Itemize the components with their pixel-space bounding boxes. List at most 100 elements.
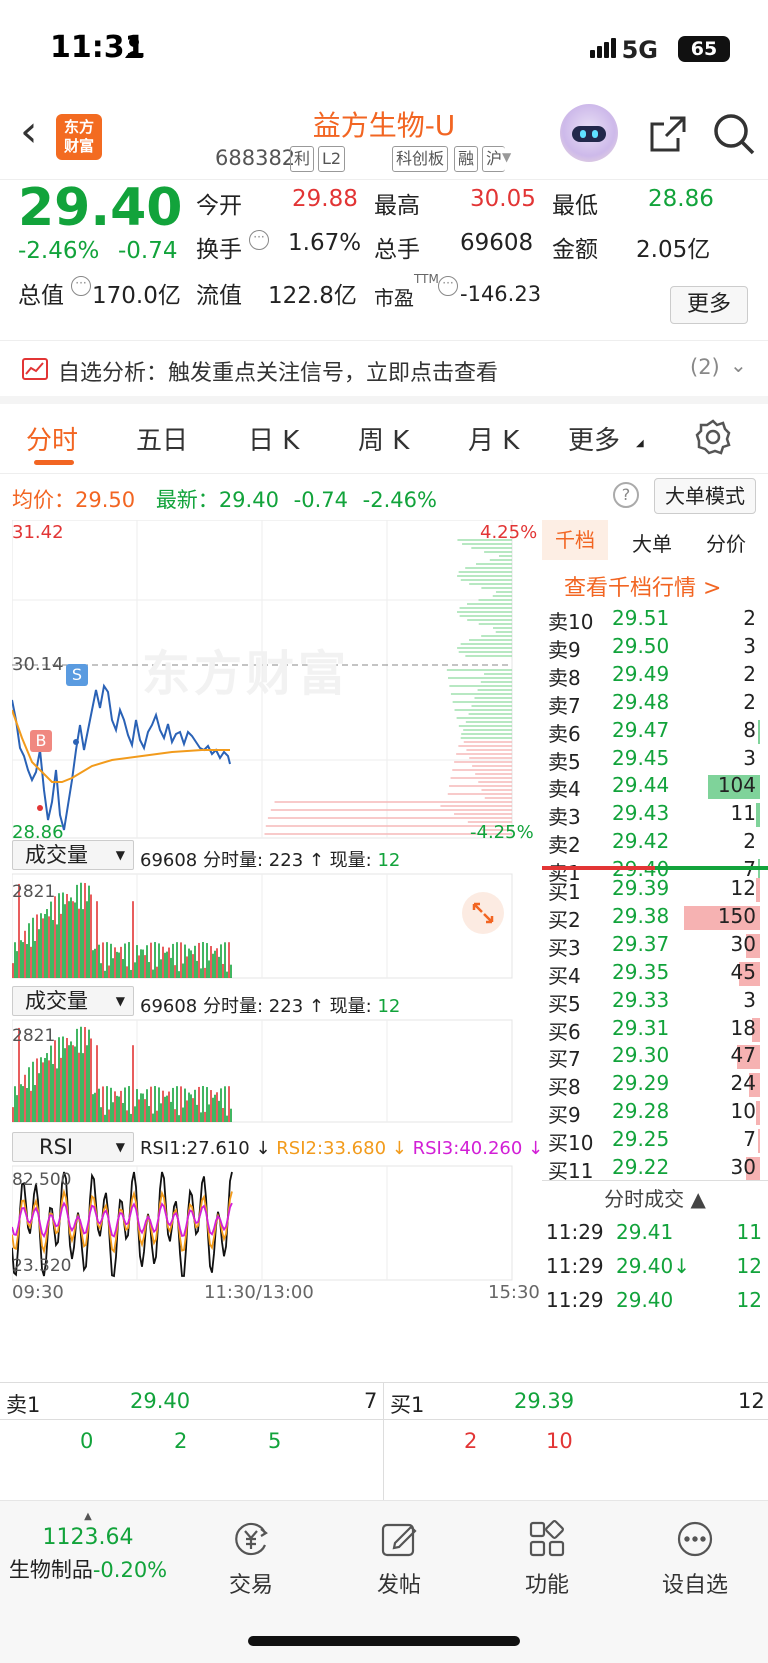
level-volume: 3	[743, 633, 756, 658]
bid-row[interactable]: 买5 29.33 3	[542, 988, 768, 1018]
help-icon[interactable]: ?	[613, 482, 639, 508]
bid-row[interactable]: 买4 29.35 45	[542, 960, 768, 990]
level-label: 买8	[548, 1075, 581, 1100]
buy-marker[interactable]: B	[30, 730, 52, 752]
sell-marker[interactable]: S	[66, 664, 88, 686]
level-volume: 45	[730, 959, 756, 984]
expand-icon[interactable]	[462, 892, 504, 934]
bid-row[interactable]: 买2 29.38 150	[542, 904, 768, 934]
ask-row[interactable]: 卖2 29.42 2	[542, 829, 768, 859]
bid-row[interactable]: 买7 29.30 47	[542, 1043, 768, 1073]
level-volume: 2	[743, 606, 756, 630]
mcap-label: 总值	[18, 283, 64, 309]
level-label: 卖10	[548, 610, 594, 634]
sector-index[interactable]: ▲ 1123.64 生物制品-0.20%	[0, 1511, 176, 1584]
tab-intraday[interactable]: 分时	[26, 420, 78, 457]
functions-button[interactable]: 功能	[472, 1511, 622, 1599]
sector-index-value: 1123.64	[42, 1525, 134, 1550]
tab-big-orders[interactable]: 大单	[632, 528, 672, 557]
tag-l2[interactable]: L2	[318, 146, 346, 172]
trade-price: 29.40↓	[616, 1254, 691, 1278]
ask-row[interactable]: 卖8 29.49 2	[542, 662, 768, 692]
level-volume: 11	[730, 801, 756, 826]
trades-title[interactable]: 分时成交 ▲	[542, 1180, 768, 1216]
level-label: 卖3	[548, 805, 581, 830]
level-label: 买3	[548, 935, 581, 960]
trade-row: 11:29 29.40 12	[542, 1288, 768, 1322]
ask-row[interactable]: 卖7 29.48 2	[542, 690, 768, 720]
depth-link[interactable]: 查看千档行情 >	[564, 570, 721, 602]
intraday-chart-area[interactable]: 31.42 30.14 28.86 4.25% -4.25% 东方财富 B S …	[12, 520, 543, 1382]
level-price: 29.33	[612, 987, 670, 1012]
ask-row[interactable]: 卖5 29.45 3	[542, 746, 768, 776]
level-label: 卖2	[548, 833, 581, 858]
sell1-label: 卖1	[6, 1393, 41, 1417]
alert-banner[interactable]: 自选分析：触发重点关注信号，立即点击查看 (2) ⌄	[0, 340, 768, 404]
search-icon[interactable]	[712, 112, 756, 156]
level-price: 29.48	[612, 689, 670, 714]
share-icon[interactable]	[648, 114, 688, 154]
trade-button[interactable]: 交易	[176, 1511, 326, 1599]
bid-row[interactable]: 买1 29.39 12	[542, 876, 768, 906]
tab-weekly-k[interactable]: 周 K	[358, 420, 409, 457]
high-value: 30.05	[470, 186, 536, 212]
big-order-mode-button[interactable]: 大单模式	[654, 478, 756, 514]
tab-more[interactable]: 更多	[568, 420, 620, 457]
ask-row[interactable]: 卖6 29.47 8	[542, 718, 768, 748]
tag-li[interactable]: 利	[290, 146, 315, 172]
info-icon[interactable]: ···	[71, 276, 91, 296]
buy-point	[37, 805, 43, 811]
tab-depth[interactable]: 千档	[542, 520, 608, 560]
level-price: 29.51	[612, 606, 670, 630]
sell-point	[73, 739, 79, 745]
chart-info-line: 均价：29.50 最新：29.40 -0.74 -2.46%	[12, 488, 437, 512]
level-volume: 3	[743, 745, 756, 770]
tab-daily-k[interactable]: 日 K	[248, 420, 299, 457]
indicator-select-volume[interactable]: 成交量 ▼	[12, 986, 134, 1016]
assistant-avatar-icon[interactable]	[560, 104, 618, 162]
caret-up-icon: ▲	[84, 1511, 92, 1522]
level-volume: 2	[743, 661, 756, 686]
ask-row[interactable]: 卖10 29.51 2	[542, 606, 768, 636]
indicator-select-volume[interactable]: 成交量 ▼	[12, 840, 134, 870]
vol-max-label: 2821	[12, 1026, 56, 1046]
tags-expand-icon[interactable]: ▼	[502, 150, 511, 164]
pe-ttm: TTM	[414, 272, 439, 286]
indicator-select-rsi[interactable]: RSI ▼	[12, 1132, 134, 1162]
more-button[interactable]: 更多	[670, 286, 748, 324]
amount-label: 金额	[552, 237, 598, 263]
float-label: 流值	[196, 283, 242, 309]
level-price: 29.49	[612, 661, 670, 686]
tab-monthly-k[interactable]: 月 K	[468, 420, 519, 457]
sector-change: -0.20%	[92, 1558, 168, 1582]
more-dots-icon	[675, 1519, 715, 1559]
pe-value: -146.23	[460, 282, 542, 306]
trade-time: 11:29	[546, 1220, 604, 1244]
level-price: 29.31	[612, 1015, 670, 1040]
bid-row[interactable]: 买9 29.28 10	[542, 1099, 768, 1129]
tag-margin[interactable]: 融	[454, 146, 479, 172]
post-button[interactable]: 发帖	[324, 1511, 474, 1599]
trade-volume: 12	[736, 1254, 762, 1278]
bid-row[interactable]: 买6 29.31 18	[542, 1016, 768, 1046]
gear-icon[interactable]	[694, 418, 732, 456]
ask-row[interactable]: 卖9 29.50 3	[542, 634, 768, 664]
info-icon[interactable]: ···	[438, 276, 458, 296]
level-price: 29.44	[612, 773, 670, 798]
info-icon[interactable]: ···	[249, 230, 269, 250]
level-volume: 150	[717, 903, 756, 928]
ask-row[interactable]: 卖4 29.44 104	[542, 773, 768, 803]
bid-row[interactable]: 买3 29.37 30	[542, 932, 768, 962]
status-bar: 11:31 5G 65	[0, 0, 768, 100]
tag-star-market[interactable]: 科创板	[392, 146, 449, 172]
level-volume: 104	[717, 773, 756, 798]
mcap-value: 170.0亿	[92, 283, 181, 309]
bid-row[interactable]: 买8 29.29 24	[542, 1071, 768, 1101]
bid-row[interactable]: 买10 29.25 7	[542, 1127, 768, 1157]
level-price: 29.25	[612, 1127, 670, 1152]
tab-price-dist[interactable]: 分价	[706, 528, 746, 557]
high-label: 最高	[374, 193, 420, 219]
tab-five-day[interactable]: 五日	[136, 420, 188, 457]
ask-row[interactable]: 卖3 29.43 11	[542, 801, 768, 831]
add-watchlist-button[interactable]: 设自选	[620, 1511, 768, 1599]
